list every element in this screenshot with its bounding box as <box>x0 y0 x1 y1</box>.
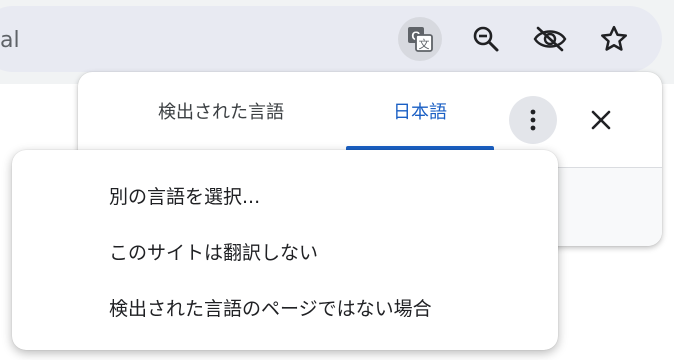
more-vert-icon <box>530 109 536 131</box>
close-icon <box>591 110 611 130</box>
star-icon[interactable] <box>592 17 636 61</box>
tab-detected-language[interactable]: 検出された言語 <box>138 72 304 150</box>
menu-item-label: このサイトは翻訳しない <box>109 241 319 264</box>
menu-item-choose-another-language[interactable]: 別の言語を選択... <box>12 167 558 223</box>
tab-japanese[interactable]: 日本語 <box>346 72 494 150</box>
menu-item-label: 検出された言語のページではない場合 <box>109 297 432 320</box>
menu-item-label: 別の言語を選択... <box>109 185 261 208</box>
translate-icon[interactable]: G 文 <box>398 17 442 61</box>
menu-item-page-not-in-language[interactable]: 検出された言語のページではない場合 <box>12 279 558 335</box>
eye-off-icon[interactable] <box>528 17 572 61</box>
more-options-button[interactable] <box>509 96 557 144</box>
zoom-out-icon[interactable] <box>464 17 508 61</box>
menu-item-never-translate-site[interactable]: このサイトは翻訳しない <box>12 223 558 279</box>
url-text[interactable]: al <box>0 28 20 53</box>
tab-label: 日本語 <box>393 102 447 123</box>
options-menu: 別の言語を選択... このサイトは翻訳しない 検出された言語のページではない場合 <box>12 150 558 350</box>
svg-text:文: 文 <box>419 37 430 51</box>
tab-label: 検出された言語 <box>158 102 284 123</box>
close-button[interactable] <box>577 96 625 144</box>
